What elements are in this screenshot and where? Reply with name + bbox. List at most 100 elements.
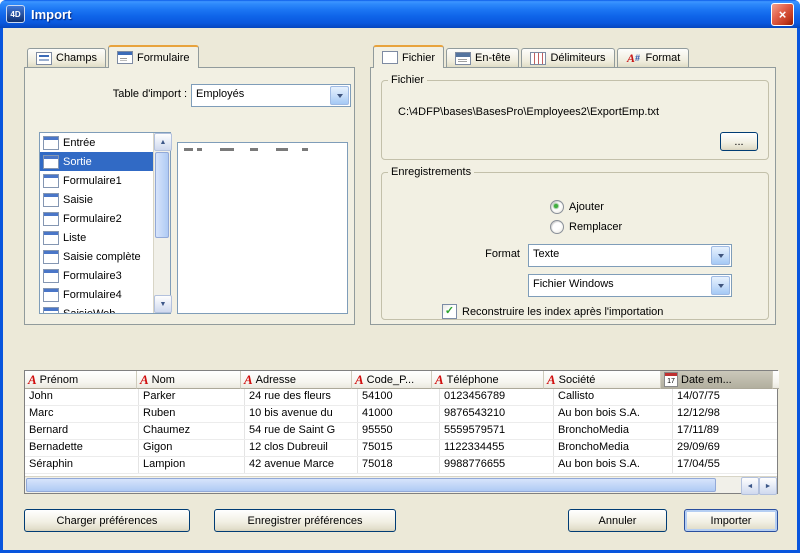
close-button[interactable]: × (771, 3, 794, 26)
encoding-combobox[interactable]: Fichier Windows (528, 274, 732, 297)
column-header[interactable]: ACode_P... (352, 371, 432, 389)
4d-app-icon: 4D (6, 5, 25, 23)
hscroll-track[interactable] (25, 477, 741, 493)
scroll-up-button[interactable]: ▲ (154, 133, 172, 151)
preview-mark (302, 148, 308, 151)
grid-row[interactable]: MarcRuben10 bis avenue du410009876543210… (25, 406, 777, 423)
tab-entete[interactable]: En-tête (446, 48, 519, 67)
combo-dropdown-button[interactable] (711, 276, 730, 295)
combo-dropdown-button[interactable] (711, 246, 730, 265)
grid-cell: Lampion (139, 457, 245, 473)
tab-champs[interactable]: Champs (27, 48, 106, 67)
grid-cell: 54100 (358, 389, 440, 405)
radio-remplacer-label[interactable]: Remplacer (569, 221, 622, 233)
grid-row[interactable]: JohnParker24 rue des fleurs5410001234567… (25, 389, 777, 406)
grid-cell: Au bon bois S.A. (554, 457, 673, 473)
form-list-item[interactable]: Formulaire4 (40, 285, 153, 304)
rebuild-index-label[interactable]: Reconstruire les index après l'importati… (462, 306, 663, 318)
scroll-track[interactable] (154, 151, 170, 295)
import-button[interactable]: Importer (684, 509, 778, 532)
fields-icon (36, 52, 52, 65)
column-header-label: Nom (152, 374, 175, 386)
grid-header-row: APrénomANomAAdresseACode_P...ATéléphoneA… (25, 371, 777, 389)
grid-cell: 5559579571 (440, 423, 554, 439)
grid-cell: Parker (139, 389, 245, 405)
scroll-left-button[interactable]: ◄ (741, 477, 759, 495)
table-import-combobox[interactable]: Employés (191, 84, 351, 107)
form-list-item[interactable]: Formulaire2 (40, 209, 153, 228)
format-icon: A# (626, 52, 642, 64)
grid-cell: 29/09/69 (673, 440, 777, 456)
encoding-value: Fichier Windows (529, 275, 710, 296)
rebuild-index-row: ✓ Reconstruire les index après l'importa… (442, 304, 663, 319)
preview-mark (220, 148, 234, 151)
form-list-item[interactable]: Formulaire1 (40, 171, 153, 190)
form-list: EntréeSortieFormulaire1SaisieFormulaire2… (40, 133, 153, 313)
grid-row[interactable]: BernadetteGigon12 clos Dubreuil750151122… (25, 440, 777, 457)
scroll-right-button[interactable]: ► (759, 477, 777, 495)
radio-ajouter[interactable] (550, 200, 564, 214)
form-list-item[interactable]: Sortie (40, 152, 153, 171)
chevron-down-icon (718, 284, 724, 291)
form-list-item-label: Formulaire4 (63, 289, 122, 301)
radio-row-remplacer: Remplacer (550, 220, 622, 233)
cancel-button[interactable]: Annuler (568, 509, 667, 532)
grid-cell: 42 avenue Marce (245, 457, 358, 473)
radio-ajouter-label[interactable]: Ajouter (569, 201, 604, 213)
combo-dropdown-button[interactable] (330, 86, 349, 105)
chevron-down-icon (718, 254, 724, 261)
form-list-item[interactable]: Entrée (40, 133, 153, 152)
tab-formulaire[interactable]: Formulaire (108, 45, 199, 68)
save-preferences-button[interactable]: Enregistrer préférences (214, 509, 396, 532)
scroll-down-button[interactable]: ▼ (154, 295, 172, 313)
form-list-item[interactable]: SaisieWeb (40, 304, 153, 313)
alpha-field-icon: A (435, 373, 444, 386)
column-header[interactable]: AAdresse (241, 371, 352, 389)
form-list-item[interactable]: Saisie (40, 190, 153, 209)
scroll-thumb[interactable] (155, 152, 169, 238)
form-icon (43, 155, 59, 169)
preview-mark (184, 148, 193, 151)
radio-remplacer[interactable] (550, 220, 564, 234)
form-preview-pane (177, 142, 348, 314)
grid-row[interactable]: SéraphinLampion42 avenue Marce7501899887… (25, 457, 777, 474)
form-listbox: EntréeSortieFormulaire1SaisieFormulaire2… (39, 132, 171, 314)
format-icon-hash: # (635, 54, 640, 63)
grid-cell: Bernard (25, 423, 139, 439)
header-icon (455, 52, 471, 65)
tab-formulaire-label: Formulaire (137, 52, 190, 64)
tab-entete-label: En-tête (475, 52, 510, 64)
format-combobox[interactable]: Texte (528, 244, 732, 267)
load-preferences-button[interactable]: Charger préférences (24, 509, 190, 532)
tab-fichier[interactable]: Fichier (373, 45, 444, 68)
form-list-item[interactable]: Liste (40, 228, 153, 247)
grid-cell: 75018 (358, 457, 440, 473)
tab-format[interactable]: A# Format (617, 48, 690, 67)
rebuild-index-checkbox[interactable]: ✓ (442, 304, 457, 319)
grid-row[interactable]: BernardChaumez54 rue de Saint G955505559… (25, 423, 777, 440)
column-header[interactable]: ASociété (544, 371, 661, 389)
formulaire-tab-panel: Table d'import : Employés EntréeSortieFo… (24, 67, 355, 325)
records-groupbox-title: Enregistrements (388, 166, 474, 178)
hscroll-thumb[interactable] (26, 478, 716, 492)
grid-cell: 9988776655 (440, 457, 554, 473)
column-header-label: Code_P... (367, 374, 415, 386)
column-header[interactable]: ANom (137, 371, 241, 389)
form-list-item[interactable]: Formulaire3 (40, 266, 153, 285)
grid-cell: Ruben (139, 406, 245, 422)
column-header[interactable]: APrénom (25, 371, 137, 389)
grid-cell: 24 rue des fleurs (245, 389, 358, 405)
titlebar[interactable]: 4D Import × (0, 0, 800, 28)
browse-button[interactable]: ... (720, 132, 758, 151)
column-header[interactable]: ATéléphone (432, 371, 544, 389)
form-icon (43, 250, 59, 264)
grid-cell: BronchoMedia (554, 440, 673, 456)
form-list-item[interactable]: Saisie complète (40, 247, 153, 266)
tab-delimiteurs-label: Délimiteurs (550, 52, 605, 64)
tab-delimiteurs[interactable]: Délimiteurs (521, 48, 614, 67)
column-header[interactable]: 17Date em... (661, 371, 773, 389)
column-header-label: Société (559, 374, 596, 386)
tab-fichier-label: Fichier (402, 52, 435, 64)
grid-cell: Callisto (554, 389, 673, 405)
form-icon (43, 231, 59, 245)
